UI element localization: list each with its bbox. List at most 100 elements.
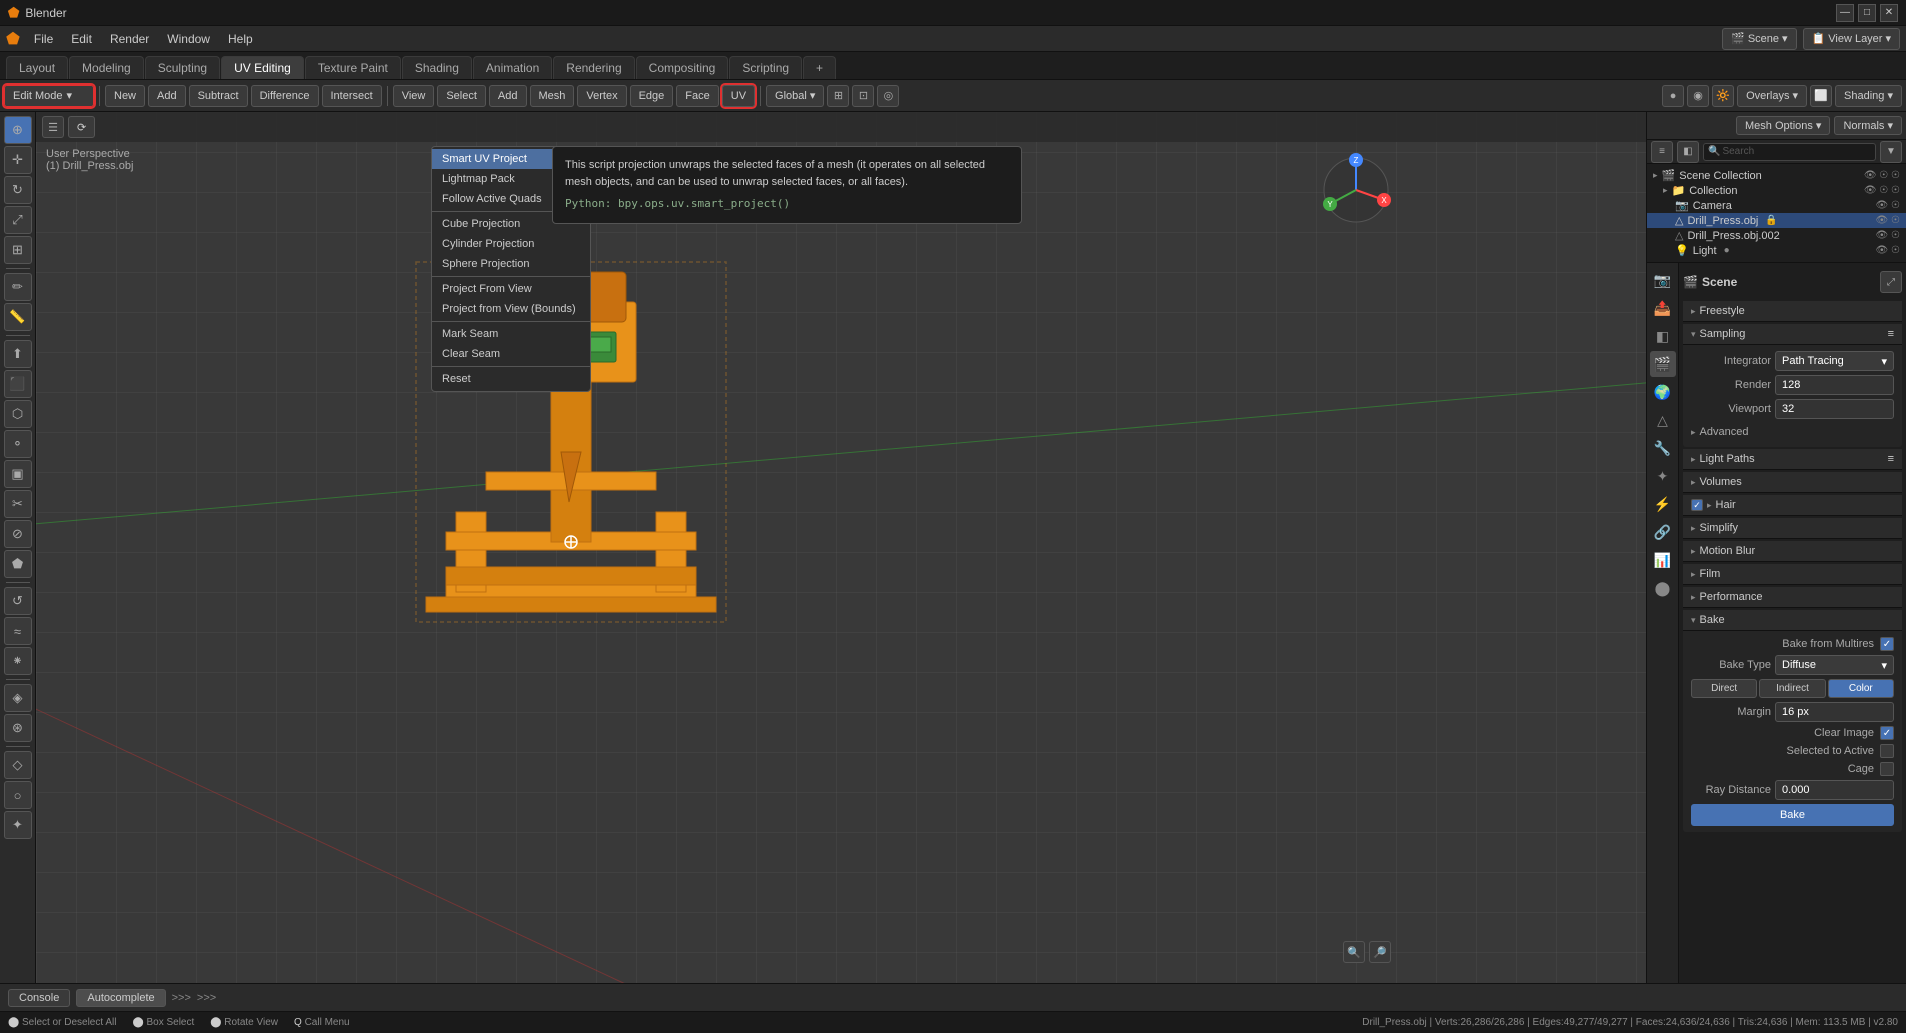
light-paths-header[interactable]: ▸ Light Paths ≡ bbox=[1683, 449, 1902, 470]
menu-edge[interactable]: Edge bbox=[630, 85, 674, 107]
tab-modeling[interactable]: Modeling bbox=[69, 56, 144, 79]
motion-blur-header[interactable]: ▸ Motion Blur bbox=[1683, 541, 1902, 562]
op-difference[interactable]: Difference bbox=[251, 85, 319, 107]
tool-smooth[interactable]: ≈ bbox=[4, 617, 32, 645]
menu-mesh[interactable]: Mesh bbox=[530, 85, 575, 107]
sampling-header[interactable]: ▾ Sampling ≡ bbox=[1683, 324, 1902, 345]
viewport-samples-value[interactable]: 32 bbox=[1775, 399, 1894, 419]
tool-annotate[interactable]: ✏ bbox=[4, 273, 32, 301]
uv-menu-sphere[interactable]: Sphere Projection bbox=[432, 254, 590, 274]
tab-rendering[interactable]: Rendering bbox=[553, 56, 634, 79]
menu-file[interactable]: File bbox=[26, 30, 61, 48]
tab-shading[interactable]: Shading bbox=[402, 56, 472, 79]
freestyle-header[interactable]: ▸ Freestyle bbox=[1683, 301, 1902, 322]
bake-type-dropdown[interactable]: Diffuse ▾ bbox=[1775, 655, 1894, 675]
sampling-list-icon[interactable]: ≡ bbox=[1888, 328, 1894, 340]
op-subtract[interactable]: Subtract bbox=[189, 85, 248, 107]
tool-offset-edge-slide[interactable]: ▣ bbox=[4, 460, 32, 488]
bake-header[interactable]: ▾ Bake bbox=[1683, 610, 1902, 631]
minimize-button[interactable]: — bbox=[1836, 4, 1854, 22]
menu-add[interactable]: Add bbox=[489, 85, 527, 107]
uv-menu-clear-seam[interactable]: Clear Seam bbox=[432, 344, 590, 364]
vp-nav-zoom-out[interactable]: 🔎 bbox=[1369, 941, 1391, 963]
outliner-scene-collection[interactable]: ▸ 🎬 Scene Collection 👁 ☉ ☉ bbox=[1647, 168, 1906, 183]
tool-edge-slide[interactable]: ◈ bbox=[4, 684, 32, 712]
bake-direct-btn[interactable]: Direct bbox=[1691, 679, 1757, 698]
selected-to-active-checkbox[interactable] bbox=[1880, 744, 1894, 758]
tool-move[interactable]: ✛ bbox=[4, 146, 32, 174]
ray-distance-value[interactable]: 0.000 bbox=[1775, 780, 1894, 800]
autocomplete-tab[interactable]: Autocomplete bbox=[76, 989, 165, 1007]
snap-btn[interactable]: ⊡ bbox=[852, 85, 874, 107]
tab-uv-editing[interactable]: UV Editing bbox=[221, 56, 304, 79]
hair-checkbox[interactable]: ✓ bbox=[1691, 499, 1703, 511]
shading-menu[interactable]: Shading ▾ bbox=[1835, 85, 1902, 107]
viewport-shading-solid[interactable]: ● bbox=[1662, 85, 1684, 107]
op-add[interactable]: Add bbox=[148, 85, 186, 107]
performance-header[interactable]: ▸ Performance bbox=[1683, 587, 1902, 608]
outliner-camera[interactable]: 📷 Camera 👁 ☉ bbox=[1647, 198, 1906, 213]
viewport-gizmo[interactable]: Z X Y bbox=[1316, 150, 1396, 230]
menu-vertex[interactable]: Vertex bbox=[577, 85, 626, 107]
tab-texture-paint[interactable]: Texture Paint bbox=[305, 56, 401, 79]
tool-shrink-fatten[interactable]: ⊛ bbox=[4, 714, 32, 742]
tool-poly-build[interactable]: ⬟ bbox=[4, 550, 32, 578]
transform-mode-btn[interactable]: ⊞ bbox=[827, 85, 849, 107]
integrator-dropdown[interactable]: Path Tracing ▾ bbox=[1775, 351, 1894, 371]
transform-global[interactable]: Global ▾ bbox=[766, 85, 824, 107]
cage-checkbox[interactable] bbox=[1880, 762, 1894, 776]
outliner-filter-options[interactable]: ▼ bbox=[1880, 141, 1902, 163]
props-icon-view-layer[interactable]: ◧ bbox=[1650, 323, 1676, 349]
proportional-btn[interactable]: ◎ bbox=[877, 85, 899, 107]
tool-randomize[interactable]: ⁕ bbox=[4, 647, 32, 675]
bake-multires-checkbox[interactable]: ✓ bbox=[1880, 637, 1894, 651]
tool-bisect[interactable]: ⊘ bbox=[4, 520, 32, 548]
uv-menu-project-from-view[interactable]: Project From View bbox=[432, 279, 590, 299]
tool-extrude[interactable]: ⬆ bbox=[4, 340, 32, 368]
simplify-header[interactable]: ▸ Simplify bbox=[1683, 518, 1902, 539]
menu-window[interactable]: Window bbox=[159, 30, 218, 48]
outliner-drill-press[interactable]: △ Drill_Press.obj 🔒 👁 ☉ bbox=[1647, 213, 1906, 228]
props-icon-modifiers[interactable]: 🔧 bbox=[1650, 435, 1676, 461]
menu-edit[interactable]: Edit bbox=[63, 30, 100, 48]
tool-knife[interactable]: ✂ bbox=[4, 490, 32, 518]
close-button[interactable]: ✕ bbox=[1880, 4, 1898, 22]
clear-image-checkbox[interactable]: ✓ bbox=[1880, 726, 1894, 740]
bake-button[interactable]: Bake bbox=[1691, 804, 1894, 826]
tool-rotate[interactable]: ↻ bbox=[4, 176, 32, 204]
tab-animation[interactable]: Animation bbox=[473, 56, 552, 79]
console-tab[interactable]: Console bbox=[8, 989, 70, 1007]
viewport-area[interactable]: ☰ ⟳ User Perspective (1) Drill_Press.obj bbox=[36, 112, 1646, 983]
props-icon-material[interactable]: ⬤ bbox=[1650, 575, 1676, 601]
menu-help[interactable]: Help bbox=[220, 30, 261, 48]
viewport-shading-material[interactable]: ◉ bbox=[1687, 85, 1709, 107]
tool-to-sphere[interactable]: ○ bbox=[4, 781, 32, 809]
maximize-button[interactable]: □ bbox=[1858, 4, 1876, 22]
outliner-light[interactable]: 💡 Light ● 👁 ☉ bbox=[1647, 243, 1906, 258]
tool-inset[interactable]: ⬛ bbox=[4, 370, 32, 398]
tool-spin[interactable]: ↺ bbox=[4, 587, 32, 615]
uv-menu-mark-seam[interactable]: Mark Seam bbox=[432, 324, 590, 344]
op-intersect[interactable]: Intersect bbox=[322, 85, 382, 107]
tab-sculpting[interactable]: Sculpting bbox=[145, 56, 220, 79]
props-icon-world[interactable]: 🌍 bbox=[1650, 379, 1676, 405]
outliner-drill-press-002[interactable]: △ Drill_Press.obj.002 👁 ☉ bbox=[1647, 228, 1906, 243]
render-samples-value[interactable]: 128 bbox=[1775, 375, 1894, 395]
props-icon-particles[interactable]: ✦ bbox=[1650, 463, 1676, 489]
tool-rip-region[interactable]: ✦ bbox=[4, 811, 32, 839]
light-paths-list-icon[interactable]: ≡ bbox=[1888, 453, 1894, 465]
normals-button[interactable]: Normals ▾ bbox=[1834, 116, 1902, 135]
tab-scripting[interactable]: Scripting bbox=[729, 56, 802, 79]
overlays-menu[interactable]: Overlays ▾ bbox=[1737, 85, 1807, 107]
menu-select[interactable]: Select bbox=[437, 85, 486, 107]
tool-transform[interactable]: ⊞ bbox=[4, 236, 32, 264]
viewport-shading-rendered[interactable]: 🔆 bbox=[1712, 85, 1734, 107]
props-icon-output[interactable]: 📤 bbox=[1650, 295, 1676, 321]
vp-perspective-toggle[interactable]: ⟳ bbox=[68, 116, 95, 138]
uv-menu-reset[interactable]: Reset bbox=[432, 369, 590, 389]
vp-menu-toggle[interactable]: ☰ bbox=[42, 116, 64, 138]
volumes-header[interactable]: ▸ Volumes bbox=[1683, 472, 1902, 493]
menu-render[interactable]: Render bbox=[102, 30, 157, 48]
uv-menu-project-from-view-bounds[interactable]: Project from View (Bounds) bbox=[432, 299, 590, 319]
tool-scale[interactable]: ⤢ bbox=[4, 206, 32, 234]
